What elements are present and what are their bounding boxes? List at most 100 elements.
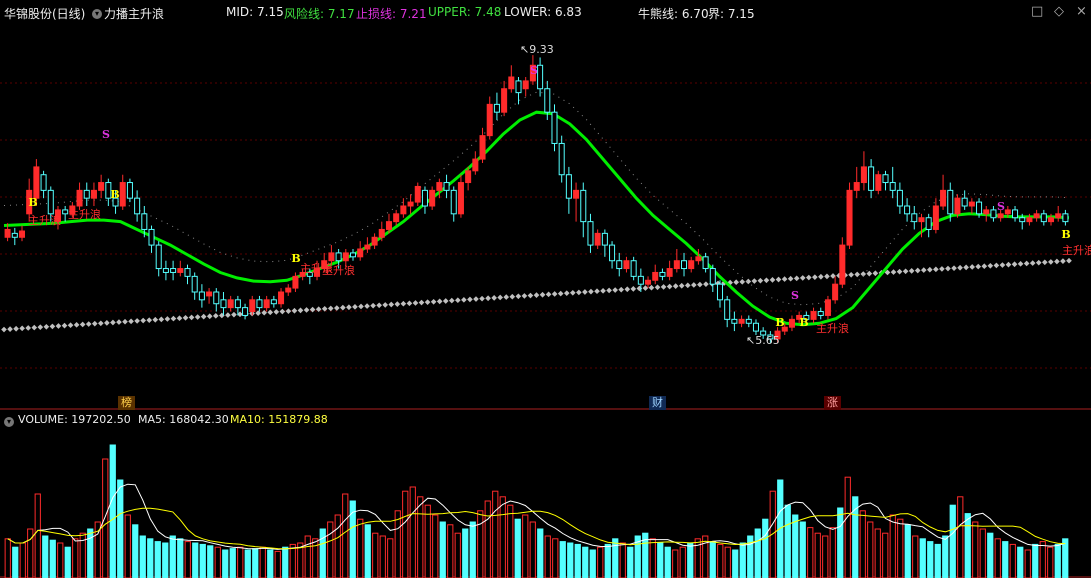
candle (184, 268, 191, 277)
bull-bear-point (491, 295, 497, 301)
volume-bar (394, 510, 401, 578)
candle (990, 209, 997, 219)
volume-bar (199, 543, 206, 578)
volume-bar (544, 535, 551, 578)
bull-bear-point (945, 265, 951, 272)
bull-bear-point (757, 277, 764, 284)
volume-bar (447, 524, 454, 578)
bull-bear-point (981, 263, 988, 270)
volume-bar (537, 528, 544, 578)
bull-bear-point (957, 264, 963, 271)
candle (1047, 217, 1055, 223)
volume-bar (799, 521, 806, 578)
signal-label: S (102, 128, 110, 141)
volume-bar (42, 535, 49, 578)
candle (342, 252, 349, 262)
bull-bear-point (751, 278, 758, 284)
candle (839, 244, 846, 285)
candle (443, 182, 450, 191)
volume-bar (327, 521, 334, 578)
lower-label: LOWER: 6.83 (504, 5, 582, 19)
volume-bar (237, 546, 244, 578)
volume-bar (942, 535, 949, 578)
diamond-icon[interactable]: ◇ (1054, 4, 1064, 19)
volume-bar (919, 538, 926, 578)
bull-bear-point (140, 317, 147, 324)
candle (429, 189, 436, 207)
candle (932, 205, 939, 230)
volume-bar (252, 548, 259, 578)
bull-bear-point (745, 278, 752, 285)
bull-bear-point (455, 297, 461, 304)
bull-bear-point (509, 293, 516, 300)
indicator-name[interactable]: 力播主升浪 (104, 5, 164, 22)
volume-bar (792, 514, 799, 578)
volume-dropdown-icon[interactable]: ▾ (4, 414, 14, 427)
candle (853, 182, 860, 191)
candle (11, 232, 18, 238)
close-icon[interactable]: × (1076, 4, 1087, 19)
volume-bar (672, 549, 679, 578)
volume-bar (342, 493, 349, 578)
event-tag-cai[interactable]: 财 (649, 396, 666, 410)
bull-bear-point (582, 289, 588, 295)
bull-bear-point (1029, 260, 1036, 266)
candle (400, 205, 407, 215)
bull-bear-value: 6.70 (681, 7, 709, 21)
bull-bear-point (376, 302, 382, 309)
bull-bear-point (231, 311, 237, 318)
candle (508, 76, 515, 90)
bull-bear-point (636, 285, 643, 292)
stop-loss-label: 止损线: 7.21 (356, 7, 427, 21)
candle (1004, 209, 1011, 215)
volume-bar (597, 546, 604, 578)
volume-bar (604, 543, 611, 578)
indicator-dropdown-icon[interactable]: ▾ (92, 5, 102, 19)
candle (832, 283, 839, 301)
candle (537, 64, 544, 90)
bull-bear-point (563, 290, 570, 297)
volume-bar (364, 524, 371, 578)
bull-bear-point (860, 271, 867, 277)
candle (227, 299, 234, 309)
candle (47, 189, 54, 215)
bull-bear-label: 牛熊线: 6.70 (638, 7, 709, 21)
maximize-icon[interactable]: □ (1031, 4, 1043, 19)
volume-bar (964, 513, 971, 578)
candle (1040, 213, 1047, 223)
bull-bear-point (85, 321, 92, 327)
bull-bear-point (67, 322, 74, 329)
volume-bar (687, 542, 694, 578)
volume-bar (229, 548, 236, 578)
volume-bar (739, 542, 746, 578)
volume-bar (1002, 541, 1009, 578)
mid-value: 7.15 (257, 5, 284, 19)
bull-bear-point (479, 295, 485, 302)
volume-bar (874, 528, 881, 578)
candle (666, 268, 673, 277)
bull-bear-point (364, 303, 370, 309)
candle (76, 189, 83, 207)
bull-bear-point (485, 295, 491, 302)
candle (292, 275, 299, 289)
candle (544, 88, 551, 113)
volume-bar (192, 542, 199, 578)
candle (738, 318, 745, 324)
candle (285, 287, 292, 293)
candle (465, 170, 472, 184)
candle (594, 232, 601, 246)
bull-bear-point (890, 269, 897, 275)
price-chart[interactable]: ↖9.33↖5.65BBBB BBSSSS主升浪 主升浪主升浪主升浪主升浪主升浪 (0, 26, 1091, 410)
volume-bar (829, 527, 836, 578)
volume-bar (439, 521, 446, 578)
candle (242, 307, 249, 316)
candle (385, 221, 393, 230)
event-tag-zhang[interactable]: 涨 (824, 396, 841, 410)
event-tag-bang[interactable]: 榜 (118, 396, 135, 410)
ma10-label: MA10: 151879.88 (230, 413, 328, 426)
bull-bear-point (606, 287, 612, 294)
volume-bar (424, 504, 431, 578)
volume-bar (732, 549, 739, 578)
bull-bear-point (1066, 257, 1072, 264)
volume-chart[interactable] (0, 430, 1091, 578)
